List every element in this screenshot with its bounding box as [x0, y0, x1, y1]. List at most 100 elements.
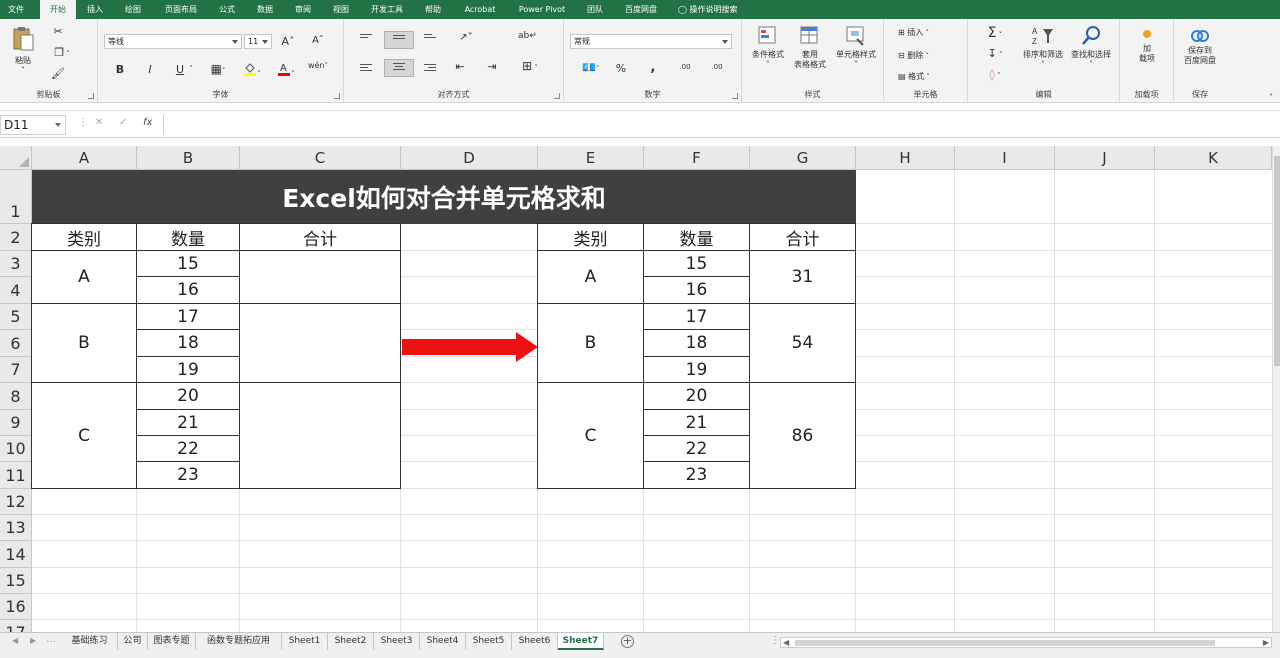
tab-data[interactable]: 数据: [250, 0, 280, 19]
merge-center-button[interactable]: ⊞ ˅: [514, 59, 546, 73]
font-size-dropdown[interactable]: 11: [244, 34, 272, 49]
vertical-scrollbar[interactable]: [1272, 146, 1280, 632]
column-header-f[interactable]: F: [644, 146, 750, 170]
number-format-dropdown[interactable]: 常规: [570, 34, 732, 49]
horizontal-scrollbar[interactable]: ◀ ▶: [780, 637, 1272, 648]
column-header-k[interactable]: K: [1155, 146, 1272, 170]
prev-sheet-icon[interactable]: ◀: [12, 636, 18, 645]
right-header-total[interactable]: 合计: [749, 223, 856, 251]
collapse-ribbon-button[interactable]: ˄: [1266, 93, 1276, 102]
format-painter-button[interactable]: 🖌: [50, 67, 66, 80]
tab-view[interactable]: 视图: [326, 0, 356, 19]
right-qty-cell[interactable]: 16: [643, 276, 750, 304]
sheet-tab-8[interactable]: Sheet4: [420, 633, 466, 650]
cut-button[interactable]: ✂: [50, 25, 66, 38]
left-qty-cell[interactable]: 17: [136, 303, 240, 330]
italic-button[interactable]: I: [144, 63, 156, 76]
sheet-tab-3[interactable]: 图表专题: [148, 633, 196, 650]
find-select-button[interactable]: 查找和选择 ˅: [1068, 25, 1114, 70]
select-all-corner[interactable]: [0, 146, 32, 170]
decrease-decimal-button[interactable]: .00: [708, 63, 726, 71]
align-left-button[interactable]: [358, 61, 374, 74]
cell-styles-button[interactable]: 单元格样式 ˅: [832, 25, 880, 70]
sheet-tab-2[interactable]: 公司: [118, 633, 148, 650]
align-right-button[interactable]: [422, 61, 438, 74]
left-total-b[interactable]: [239, 303, 401, 383]
tab-team[interactable]: 团队: [580, 0, 610, 19]
row-header-15[interactable]: 15: [0, 568, 32, 594]
sheet-tab-1[interactable]: 基础练习: [62, 633, 118, 650]
scroll-right-icon[interactable]: ▶: [1263, 638, 1269, 647]
row-header-13[interactable]: 13: [0, 515, 32, 541]
fill-color-button[interactable]: ˅: [240, 62, 264, 79]
right-category-c[interactable]: C: [537, 382, 644, 489]
column-header-g[interactable]: G: [750, 146, 856, 170]
left-header-quantity[interactable]: 数量: [136, 223, 240, 251]
column-header-d[interactable]: D: [401, 146, 538, 170]
column-header-e[interactable]: E: [538, 146, 644, 170]
row-header-6[interactable]: 6: [0, 330, 32, 357]
row-header-2[interactable]: 2: [0, 224, 32, 251]
left-header-total[interactable]: 合计: [239, 223, 401, 251]
row-header-1[interactable]: 1: [0, 170, 32, 224]
row-header-4[interactable]: 4: [0, 277, 32, 304]
font-color-button[interactable]: A ˅: [274, 62, 298, 79]
sheet-tab-11[interactable]: Sheet7: [558, 633, 604, 650]
row-header-9[interactable]: 9: [0, 410, 32, 436]
left-total-c[interactable]: [239, 382, 401, 489]
tab-review[interactable]: 审阅: [288, 0, 318, 19]
font-name-dropdown[interactable]: 等线: [104, 34, 242, 49]
conditional-formatting-button[interactable]: 条件格式 ˅: [748, 25, 788, 70]
right-qty-cell[interactable]: 20: [643, 382, 750, 410]
right-qty-cell[interactable]: 18: [643, 329, 750, 357]
tab-baidu-netdisk[interactable]: 百度网盘: [618, 0, 664, 19]
underline-dropdown[interactable]: ˅: [187, 65, 195, 73]
title-merged-cell[interactable]: Excel如何对合并单元格求和: [32, 170, 856, 224]
row-header-16[interactable]: 16: [0, 594, 32, 620]
right-qty-cell[interactable]: 22: [643, 435, 750, 462]
underline-button[interactable]: U: [174, 63, 186, 76]
left-category-b[interactable]: B: [31, 303, 137, 383]
right-category-b[interactable]: B: [537, 303, 644, 383]
left-qty-cell[interactable]: 16: [136, 276, 240, 304]
accounting-format-button[interactable]: 💶˅: [578, 61, 604, 74]
sheet-tab-9[interactable]: Sheet5: [466, 633, 512, 650]
decrease-font-button[interactable]: Aˇ: [310, 35, 326, 46]
tell-me-search[interactable]: ◯ 操作说明搜索: [678, 0, 738, 19]
launcher-icon[interactable]: [732, 93, 738, 99]
enter-button[interactable]: ✓: [119, 117, 127, 128]
insert-cells-button[interactable]: ⊞ 插入 ˅: [898, 27, 958, 38]
wrap-text-button[interactable]: ab↵: [518, 31, 537, 41]
left-total-a[interactable]: [239, 250, 401, 304]
right-qty-cell[interactable]: 21: [643, 409, 750, 436]
percent-button[interactable]: %: [614, 62, 628, 75]
autosum-button[interactable]: Σ ˅: [982, 25, 1008, 41]
addins-button[interactable]: 加 载项: [1128, 27, 1166, 64]
row-header-11[interactable]: 11: [0, 462, 32, 489]
left-qty-cell[interactable]: 20: [136, 382, 240, 410]
fill-button[interactable]: ↧ ˅: [982, 47, 1008, 60]
right-header-quantity[interactable]: 数量: [643, 223, 750, 251]
clear-button[interactable]: ◊ ˅: [982, 68, 1008, 81]
increase-indent-button[interactable]: ⇥: [484, 60, 500, 73]
phonetic-button[interactable]: wén˅: [306, 61, 330, 70]
align-center-button[interactable]: [384, 59, 414, 77]
left-qty-cell[interactable]: 15: [136, 250, 240, 277]
row-header-8[interactable]: 8: [0, 383, 32, 410]
right-qty-cell[interactable]: 17: [643, 303, 750, 330]
column-header-a[interactable]: A: [32, 146, 137, 170]
tab-help[interactable]: 帮助: [418, 0, 448, 19]
scroll-left-icon[interactable]: ◀: [783, 638, 789, 647]
sheet-tab-4[interactable]: 函数专题拓应用: [196, 633, 282, 650]
right-total-c[interactable]: 86: [749, 382, 856, 489]
delete-cells-button[interactable]: ⊟ 删除 ˅: [898, 50, 958, 61]
orientation-button[interactable]: ↗˅: [452, 32, 480, 43]
next-sheet-icon[interactable]: ▶: [30, 636, 36, 645]
copy-button[interactable]: ❐ ˅: [50, 46, 74, 59]
tab-home[interactable]: 开始: [40, 0, 76, 19]
tab-file[interactable]: 文件: [0, 0, 32, 19]
row-header-17[interactable]: 17: [0, 620, 32, 632]
row-header-12[interactable]: 12: [0, 489, 32, 515]
row-header-10[interactable]: 10: [0, 436, 32, 462]
right-qty-cell[interactable]: 15: [643, 250, 750, 277]
